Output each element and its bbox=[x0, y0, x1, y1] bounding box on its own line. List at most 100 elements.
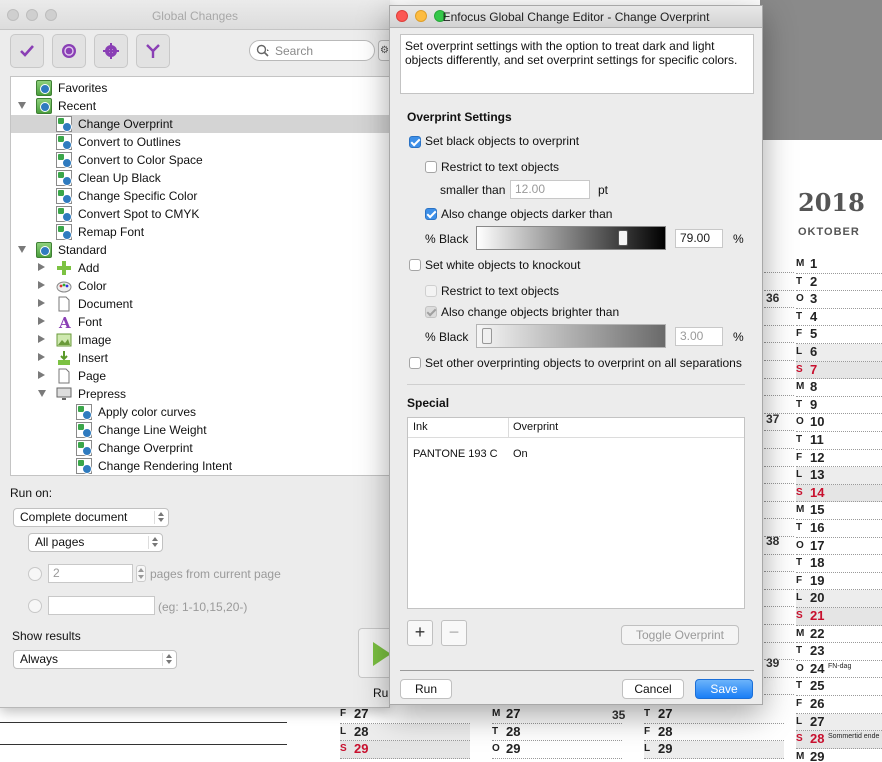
calendar-rule bbox=[764, 624, 794, 625]
day-number: 12 bbox=[810, 449, 825, 465]
calendar-day-row: M8 bbox=[796, 379, 882, 397]
pct-unit: % bbox=[733, 232, 744, 246]
branch-toolbar-button[interactable] bbox=[136, 34, 170, 68]
tree-item[interactable]: A Font bbox=[11, 313, 390, 332]
calendar-day-row: S7 bbox=[796, 361, 882, 380]
tree-item[interactable]: Apply color curves bbox=[11, 403, 390, 421]
disclosure-closed-icon[interactable] bbox=[38, 335, 45, 343]
show-results-popup[interactable]: Always bbox=[13, 650, 177, 669]
toggle-overprint-button[interactable]: Toggle Overprint bbox=[621, 625, 739, 645]
day-number: 27 bbox=[810, 713, 825, 729]
tree-item[interactable]: Favorites bbox=[11, 79, 390, 97]
day-number: 14 bbox=[810, 484, 825, 500]
weekday-letter: T bbox=[796, 275, 803, 287]
weekday-letter: F bbox=[796, 574, 803, 586]
disclosure-closed-icon[interactable] bbox=[38, 299, 45, 307]
checkmark-toolbar-button[interactable] bbox=[10, 34, 44, 68]
day-number: 27 bbox=[354, 706, 369, 721]
add-ink-button[interactable]: + bbox=[407, 620, 433, 646]
insert-icon bbox=[56, 350, 72, 366]
restrict-text-checkbox-2[interactable] bbox=[425, 285, 437, 297]
tree-item[interactable]: Recent bbox=[11, 97, 390, 115]
tree-item[interactable]: Change Overprint bbox=[11, 115, 390, 133]
tree-item-label: Favorites bbox=[58, 81, 108, 95]
calendar-day-row: S 28 Sommertid ende bbox=[796, 731, 882, 749]
day-number: 18 bbox=[810, 555, 825, 571]
ink-table[interactable]: Ink Overprint PANTONE 193 C On bbox=[407, 417, 745, 609]
tree-item-label: Document bbox=[78, 297, 133, 311]
globe-toolbar-button[interactable] bbox=[52, 34, 86, 68]
page-count-stepper[interactable] bbox=[136, 565, 146, 582]
folder-icon bbox=[36, 242, 52, 258]
tree-item[interactable]: Remap Font bbox=[11, 223, 390, 241]
white-value-field[interactable]: 3.00 bbox=[675, 327, 723, 346]
global-changes-tree[interactable]: Favorites Recent Change Overprint Convert t… bbox=[10, 76, 390, 476]
disclosure-open-icon[interactable] bbox=[18, 246, 26, 253]
smaller-than-field[interactable]: 12.00 bbox=[510, 180, 590, 199]
tree-item[interactable]: Convert to Outlines bbox=[11, 133, 390, 151]
tree-item[interactable]: Standard bbox=[11, 241, 390, 259]
column-header-ink[interactable]: Ink bbox=[413, 421, 428, 433]
black-overprint-checkbox[interactable] bbox=[409, 136, 421, 148]
restrict-text-checkbox[interactable] bbox=[425, 161, 437, 173]
tree-item[interactable]: Prepress bbox=[11, 385, 390, 403]
tree-item[interactable]: Color bbox=[11, 277, 390, 295]
global-changes-panel: Global Changes Search ⚙ Favorites Recent C… bbox=[0, 0, 395, 708]
page-icon bbox=[56, 368, 72, 384]
tree-item[interactable]: Change Rendering Intent bbox=[11, 457, 390, 475]
cancel-button[interactable]: Cancel bbox=[622, 679, 684, 699]
run-button[interactable] bbox=[358, 628, 391, 678]
tree-item[interactable]: Change Specific Color bbox=[11, 187, 390, 205]
calendar-day-row: T9 bbox=[796, 397, 882, 415]
column-header-overprint[interactable]: Overprint bbox=[513, 421, 558, 433]
black-threshold-slider[interactable] bbox=[476, 226, 666, 250]
save-button[interactable]: Save bbox=[695, 679, 753, 699]
tree-item[interactable]: Add bbox=[11, 259, 390, 277]
table-row[interactable]: PANTONE 193 C On bbox=[408, 446, 744, 464]
tree-item[interactable]: Document bbox=[11, 295, 390, 313]
calendar-day-row: L 13 bbox=[796, 467, 882, 485]
remove-ink-button[interactable]: − bbox=[441, 620, 467, 646]
slider-handle[interactable] bbox=[482, 328, 492, 344]
slider-handle[interactable] bbox=[618, 230, 628, 246]
calendar-day-row: S 14 bbox=[796, 484, 882, 503]
weekday-letter: T bbox=[796, 645, 803, 657]
other-overprint-checkbox[interactable] bbox=[409, 357, 421, 369]
special-heading: Special bbox=[407, 396, 450, 410]
black-value-field[interactable]: 79.00 bbox=[675, 229, 723, 248]
disclosure-closed-icon[interactable] bbox=[38, 281, 45, 289]
tree-item[interactable]: Change Overprint bbox=[11, 439, 390, 457]
disclosure-closed-icon[interactable] bbox=[38, 371, 45, 379]
tree-item[interactable]: Insert bbox=[11, 349, 390, 367]
pages-from-current-radio[interactable] bbox=[28, 567, 42, 581]
tree-item[interactable]: Page bbox=[11, 367, 390, 385]
disclosure-closed-icon[interactable] bbox=[38, 353, 45, 361]
tree-item[interactable]: Change Line Weight bbox=[11, 421, 390, 439]
white-knockout-checkbox[interactable] bbox=[409, 259, 421, 271]
gear-toolbar-button[interactable] bbox=[94, 34, 128, 68]
disclosure-open-icon[interactable] bbox=[18, 102, 26, 109]
tree-item[interactable]: Convert Spot to CMYK bbox=[11, 205, 390, 223]
page-range-field[interactable] bbox=[48, 596, 155, 615]
weekday-letter: T bbox=[796, 557, 803, 569]
page-range-radio[interactable] bbox=[28, 599, 42, 613]
disclosure-open-icon[interactable] bbox=[38, 390, 46, 397]
run-on-popup[interactable]: Complete document bbox=[13, 508, 169, 527]
run-button[interactable]: Run bbox=[400, 679, 452, 699]
tree-item[interactable]: Image bbox=[11, 331, 390, 349]
darker-than-checkbox[interactable] bbox=[425, 208, 437, 220]
disclosure-closed-icon[interactable] bbox=[38, 263, 45, 271]
white-threshold-slider[interactable] bbox=[476, 324, 666, 348]
brighter-than-checkbox[interactable] bbox=[425, 306, 437, 318]
global-change-icon bbox=[56, 188, 72, 204]
pct-unit-2: % bbox=[733, 330, 744, 344]
day-number: 6 bbox=[810, 344, 818, 359]
disclosure-closed-icon[interactable] bbox=[38, 317, 45, 325]
pages-popup[interactable]: All pages bbox=[28, 533, 163, 552]
divider bbox=[0, 744, 287, 745]
tree-item[interactable]: Clean Up Black bbox=[11, 169, 390, 187]
search-field[interactable]: Search bbox=[249, 40, 375, 61]
chevron-up-icon bbox=[138, 568, 144, 572]
page-count-field[interactable]: 2 bbox=[48, 564, 133, 583]
tree-item[interactable]: Convert to Color Space bbox=[11, 151, 390, 169]
